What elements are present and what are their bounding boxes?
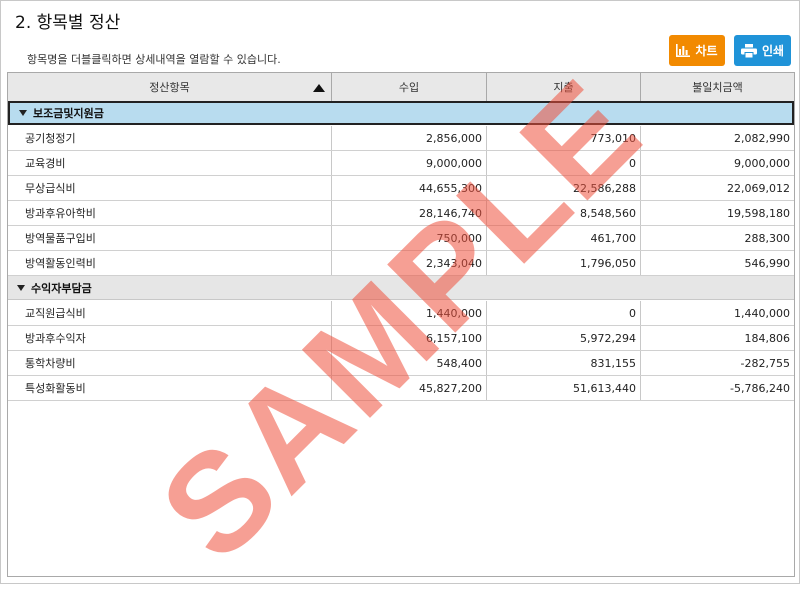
table-row[interactable]: 교직원급식비 1,440,000 0 1,440,000 xyxy=(8,301,794,326)
expense-value: 0 xyxy=(487,301,641,325)
difference-value: 184,806 xyxy=(744,331,791,345)
difference-value: 22,069,012 xyxy=(727,181,790,195)
item-name: 방과후유아학비 xyxy=(8,201,332,225)
table-row[interactable]: 무상급식비 44,655,300 22,586,288 22,069,012 xyxy=(8,176,794,201)
page-title: 2. 항목별 정산 xyxy=(15,13,121,33)
table-row[interactable]: 공기청정기 2,856,000 773,010 2,082,990 xyxy=(8,126,794,151)
bar-chart-icon xyxy=(676,44,691,57)
expense-value: 773,010 xyxy=(487,126,641,150)
difference-value: 2,082,990 xyxy=(734,131,790,145)
income-value: 45,827,200 xyxy=(332,376,487,400)
table-row[interactable]: 교육경비 9,000,000 0 9,000,000 xyxy=(8,151,794,176)
column-header-label: 정산항목 xyxy=(149,81,190,94)
group-row-subsidy[interactable]: 보조금및지원금 xyxy=(8,101,794,125)
column-header-label: 수입 xyxy=(398,81,420,94)
expense-value: 51,613,440 xyxy=(487,376,641,400)
difference-value: -282,755 xyxy=(740,356,790,370)
table-row[interactable]: 방역물품구입비 750,000 461,700 288,300 xyxy=(8,226,794,251)
print-button[interactable]: 인쇄 xyxy=(734,35,791,66)
item-name: 공기청정기 xyxy=(8,126,332,150)
settlement-panel: 2. 항목별 정산 항목명을 더블클릭하면 상세내역을 열람할 수 있습니다. … xyxy=(0,0,800,589)
group-label: 보조금및지원금 xyxy=(33,107,104,120)
income-value: 2,343,040 xyxy=(332,251,487,275)
difference-value: 9,000,000 xyxy=(734,156,790,170)
table-row[interactable]: 방과후유아학비 28,146,740 8,548,560 19,598,180 xyxy=(8,201,794,226)
difference-value: 1,440,000 xyxy=(734,306,790,320)
difference-value: 288,300 xyxy=(744,231,791,245)
expense-value: 8,548,560 xyxy=(487,201,641,225)
chart-button[interactable]: 차트 xyxy=(669,35,725,66)
table-row[interactable]: 방과후수익자 6,157,100 5,972,294 184,806 xyxy=(8,326,794,351)
column-header-label: 불일치금액 xyxy=(692,81,743,94)
income-value: 750,000 xyxy=(332,226,487,250)
item-name: 교직원급식비 xyxy=(8,301,332,325)
settlement-grid: 정산항목 수입 지출 불일치금액 보조금및지원금 공기청정기 2,856,000… xyxy=(7,72,795,577)
difference-value: -5,786,240 xyxy=(730,381,790,395)
item-name: 방역활동인력비 xyxy=(8,251,332,275)
item-name: 방과후수익자 xyxy=(8,326,332,350)
column-header-difference[interactable]: 불일치금액 xyxy=(641,73,794,101)
column-header-expense[interactable]: 지출 xyxy=(487,73,641,101)
column-header-item[interactable]: 정산항목 xyxy=(8,73,332,101)
income-value: 2,856,000 xyxy=(332,126,487,150)
print-button-label: 인쇄 xyxy=(761,44,785,58)
collapse-triangle-icon[interactable] xyxy=(17,284,25,291)
income-value: 44,655,300 xyxy=(332,176,487,200)
chart-button-label: 차트 xyxy=(695,44,718,58)
income-value: 1,440,000 xyxy=(332,301,487,325)
printer-icon xyxy=(740,43,757,58)
grid-header: 정산항목 수입 지출 불일치금액 xyxy=(8,73,794,102)
collapse-triangle-icon[interactable] xyxy=(19,110,27,116)
table-row[interactable]: 통학차량비 548,400 831,155 -282,755 xyxy=(8,351,794,376)
sort-ascending-icon xyxy=(313,84,325,92)
group-row-beneficiary[interactable]: 수익자부담금 xyxy=(8,276,794,300)
income-value: 9,000,000 xyxy=(332,151,487,175)
expense-value: 5,972,294 xyxy=(487,326,641,350)
table-row[interactable]: 방역활동인력비 2,343,040 1,796,050 546,990 xyxy=(8,251,794,276)
income-value: 548,400 xyxy=(332,351,487,375)
item-name: 교육경비 xyxy=(8,151,332,175)
table-row[interactable]: 특성화활동비 45,827,200 51,613,440 -5,786,240 xyxy=(8,376,794,401)
income-value: 6,157,100 xyxy=(332,326,487,350)
expense-value: 0 xyxy=(487,151,641,175)
hint-text: 항목명을 더블클릭하면 상세내역을 열람할 수 있습니다. xyxy=(27,53,281,66)
expense-value: 831,155 xyxy=(487,351,641,375)
income-value: 28,146,740 xyxy=(332,201,487,225)
group-label: 수익자부담금 xyxy=(31,281,92,295)
item-name: 특성화활동비 xyxy=(8,376,332,400)
difference-value: 546,990 xyxy=(744,256,791,270)
item-name: 통학차량비 xyxy=(8,351,332,375)
item-name: 무상급식비 xyxy=(8,176,332,200)
expense-value: 461,700 xyxy=(487,226,641,250)
expense-value: 1,796,050 xyxy=(487,251,641,275)
expense-value: 22,586,288 xyxy=(487,176,641,200)
item-name: 방역물품구입비 xyxy=(8,226,332,250)
column-header-income[interactable]: 수입 xyxy=(332,73,487,101)
difference-value: 19,598,180 xyxy=(727,206,790,220)
column-header-label: 지출 xyxy=(553,81,574,94)
